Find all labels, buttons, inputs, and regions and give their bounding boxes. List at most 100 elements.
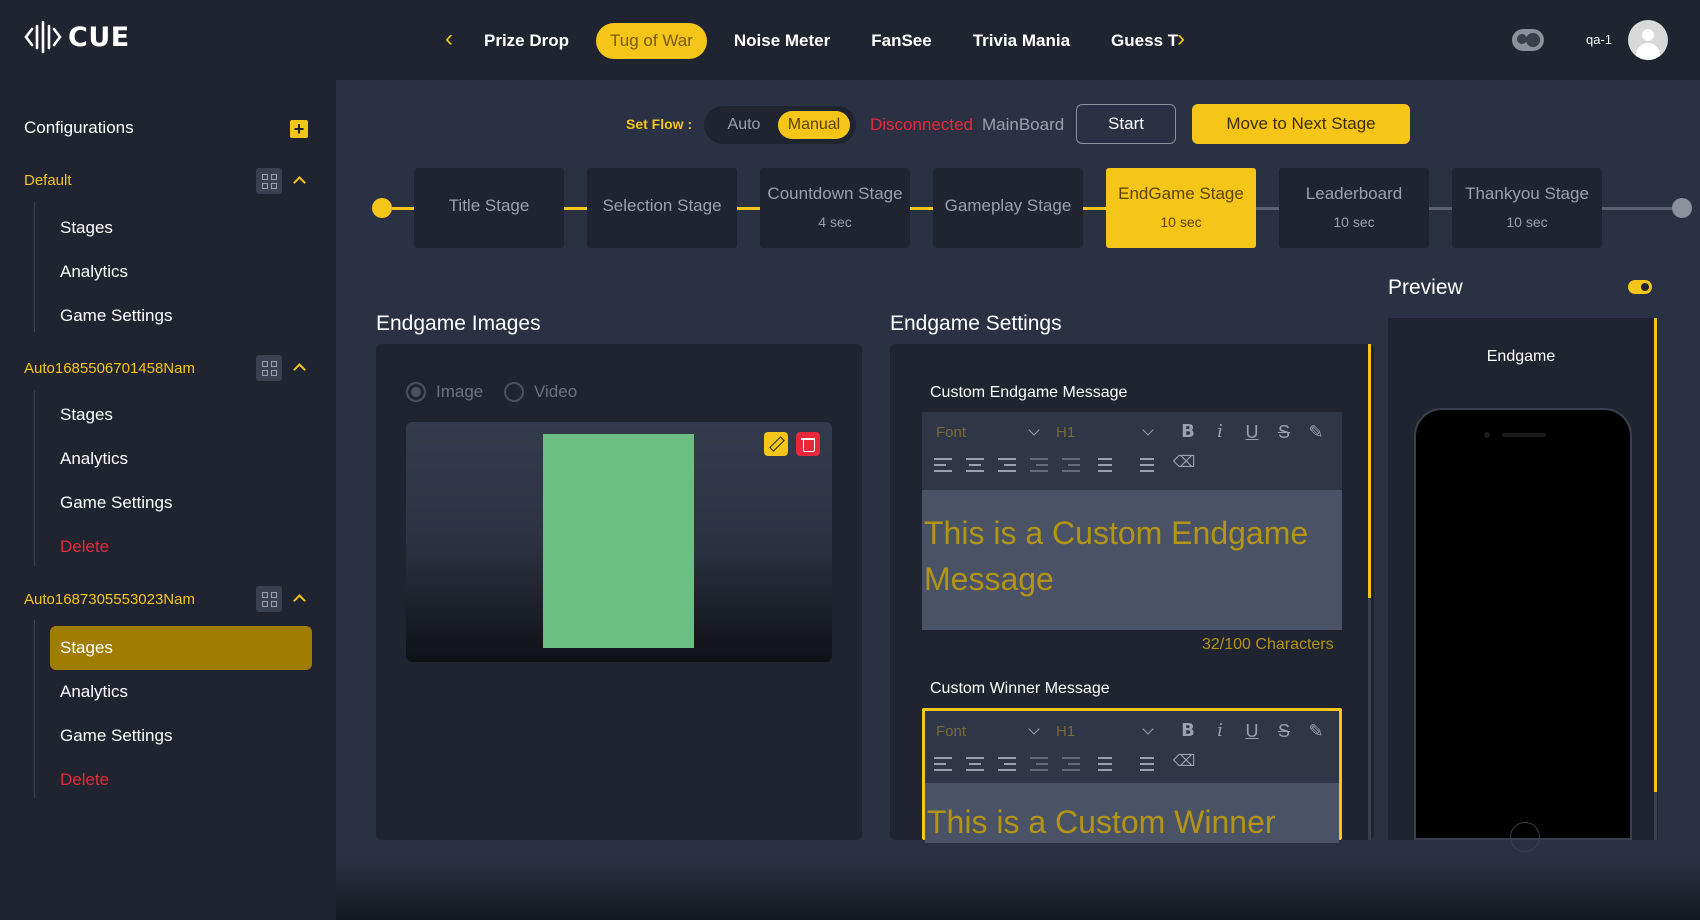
align-center-icon[interactable] (966, 458, 984, 472)
align-center-icon[interactable] (966, 757, 984, 771)
chevron-up-icon[interactable] (292, 360, 306, 374)
winner-message-input[interactable]: This is a Custom Winner (925, 783, 1339, 843)
clear-format-icon[interactable]: ⌫ (1172, 750, 1196, 774)
next-stage-button[interactable]: Move to Next Stage (1192, 104, 1410, 144)
timeline-end-dot (1672, 198, 1692, 218)
sidebar-item-analytics[interactable]: Analytics (50, 437, 312, 481)
align-right-icon[interactable] (998, 458, 1016, 472)
stage-name: Thankyou Stage (1465, 184, 1589, 203)
clear-format-icon[interactable]: ⌫ (1172, 451, 1196, 475)
outdent-icon[interactable] (1030, 458, 1048, 472)
tab-fansee[interactable]: FanSee (857, 23, 945, 59)
sidebar-item-game-settings[interactable]: Game Settings (50, 294, 312, 338)
align-left-icon[interactable] (934, 458, 952, 472)
stage-duration: 10 sec (1160, 214, 1202, 230)
italic-icon[interactable]: i (1208, 420, 1232, 444)
chevron-down-icon[interactable] (1142, 424, 1154, 436)
radio-label: Image (436, 382, 484, 401)
stage-countdown[interactable]: Countdown Stage 4 sec (760, 168, 910, 248)
start-button[interactable]: Start (1076, 104, 1176, 144)
sidebar-item-stages[interactable]: Stages (50, 206, 312, 250)
endgame-images-title: Endgame Images (376, 312, 541, 335)
align-right-icon[interactable] (998, 757, 1016, 771)
qr-code-icon[interactable] (256, 168, 282, 194)
add-configuration-button[interactable]: + (290, 120, 308, 138)
tab-prize-drop[interactable]: Prize Drop (470, 23, 583, 59)
sidebar-item-stages[interactable]: Stages (50, 393, 312, 437)
stage-thankyou[interactable]: Thankyou Stage 10 sec (1452, 168, 1602, 248)
stage-selection[interactable]: Selection Stage (587, 168, 737, 248)
highlight-icon[interactable]: ✎ (1304, 719, 1328, 743)
sidebar-item-analytics[interactable]: Analytics (50, 250, 312, 294)
bold-icon[interactable]: B (1176, 420, 1200, 444)
tabs-prev-icon[interactable]: ‹ (438, 26, 460, 52)
bullet-list-icon[interactable] (1136, 458, 1154, 472)
edit-icon[interactable] (764, 432, 788, 456)
avatar[interactable] (1628, 20, 1668, 60)
config-name-auto1687305553023[interactable]: Auto1687305553023Nam (24, 591, 195, 608)
flow-option-auto[interactable]: Auto (714, 111, 774, 139)
editor-toolbar: Font H1 B i U S ✎ (922, 418, 1342, 448)
config-name-auto1685506701458[interactable]: Auto1685506701458Nam (24, 360, 195, 377)
chevron-up-icon[interactable] (292, 591, 306, 605)
stage-gameplay[interactable]: Gameplay Stage (933, 168, 1083, 248)
font-select[interactable]: Font (936, 723, 966, 740)
sidebar-item-game-settings[interactable]: Game Settings (50, 714, 312, 758)
chevron-down-icon[interactable] (1028, 723, 1040, 735)
main-content: Set Flow : Auto Manual Disconnected Main… (336, 80, 1700, 920)
bottom-fade (336, 860, 1700, 920)
theme-toggle[interactable] (1512, 29, 1544, 51)
ordered-list-icon[interactable] (1094, 757, 1112, 771)
chevron-down-icon[interactable] (1142, 723, 1154, 735)
bold-icon[interactable]: B (1176, 719, 1200, 743)
underline-icon[interactable]: U (1240, 719, 1264, 743)
strikethrough-icon[interactable]: S (1272, 420, 1296, 444)
tab-trivia-mania[interactable]: Trivia Mania (959, 23, 1084, 59)
heading-select[interactable]: H1 (1056, 723, 1075, 740)
tab-guess-t[interactable]: Guess T (1097, 23, 1178, 59)
underline-icon[interactable]: U (1240, 420, 1264, 444)
qr-code-icon[interactable] (256, 355, 282, 381)
tab-noise-meter[interactable]: Noise Meter (720, 23, 844, 59)
tree-line (34, 620, 35, 798)
flow-mode-switch[interactable]: Auto Manual (704, 106, 856, 144)
chevron-up-icon[interactable] (292, 173, 306, 187)
bullet-list-icon[interactable] (1136, 757, 1154, 771)
stage-endgame[interactable]: EndGame Stage 10 sec (1106, 168, 1256, 248)
italic-icon[interactable]: i (1208, 719, 1232, 743)
tree-line (34, 390, 35, 566)
preview-scroll-thumb[interactable] (1654, 318, 1657, 792)
indent-icon[interactable] (1062, 458, 1080, 472)
sidebar-item-game-settings[interactable]: Game Settings (50, 481, 312, 525)
radio-circle (504, 382, 524, 402)
heading-select[interactable]: H1 (1056, 424, 1075, 441)
tree-line (34, 202, 35, 332)
indent-icon[interactable] (1062, 757, 1080, 771)
custom-message-input[interactable]: This is a Custom Endgame Message (922, 490, 1342, 630)
sidebar-item-analytics[interactable]: Analytics (50, 670, 312, 714)
stage-leaderboard[interactable]: Leaderboard 10 sec (1279, 168, 1429, 248)
highlight-icon[interactable]: ✎ (1304, 420, 1328, 444)
trash-icon[interactable] (796, 432, 820, 456)
radio-video[interactable]: Video (504, 382, 577, 402)
flow-option-manual[interactable]: Manual (778, 111, 850, 139)
tab-tug-of-war[interactable]: Tug of War (596, 23, 707, 59)
chevron-down-icon[interactable] (1028, 424, 1040, 436)
preview-toggle[interactable] (1628, 280, 1652, 294)
logo[interactable]: CUE (24, 20, 130, 54)
sidebar-item-stages-active[interactable]: Stages (50, 626, 312, 670)
config-name-default[interactable]: Default (24, 172, 72, 189)
strikethrough-icon[interactable]: S (1272, 719, 1296, 743)
sidebar-item-delete[interactable]: Delete (50, 525, 312, 569)
align-left-icon[interactable] (934, 757, 952, 771)
stage-title[interactable]: Title Stage (414, 168, 564, 248)
font-select[interactable]: Font (936, 424, 966, 441)
qr-code-icon[interactable] (256, 586, 282, 612)
sidebar-item-delete[interactable]: Delete (50, 758, 312, 802)
settings-scroll-thumb[interactable] (1368, 344, 1371, 598)
uploaded-image (543, 434, 694, 648)
outdent-icon[interactable] (1030, 757, 1048, 771)
radio-image[interactable]: Image (406, 382, 483, 402)
tabs-next-icon[interactable]: › (1170, 26, 1192, 52)
ordered-list-icon[interactable] (1094, 458, 1112, 472)
